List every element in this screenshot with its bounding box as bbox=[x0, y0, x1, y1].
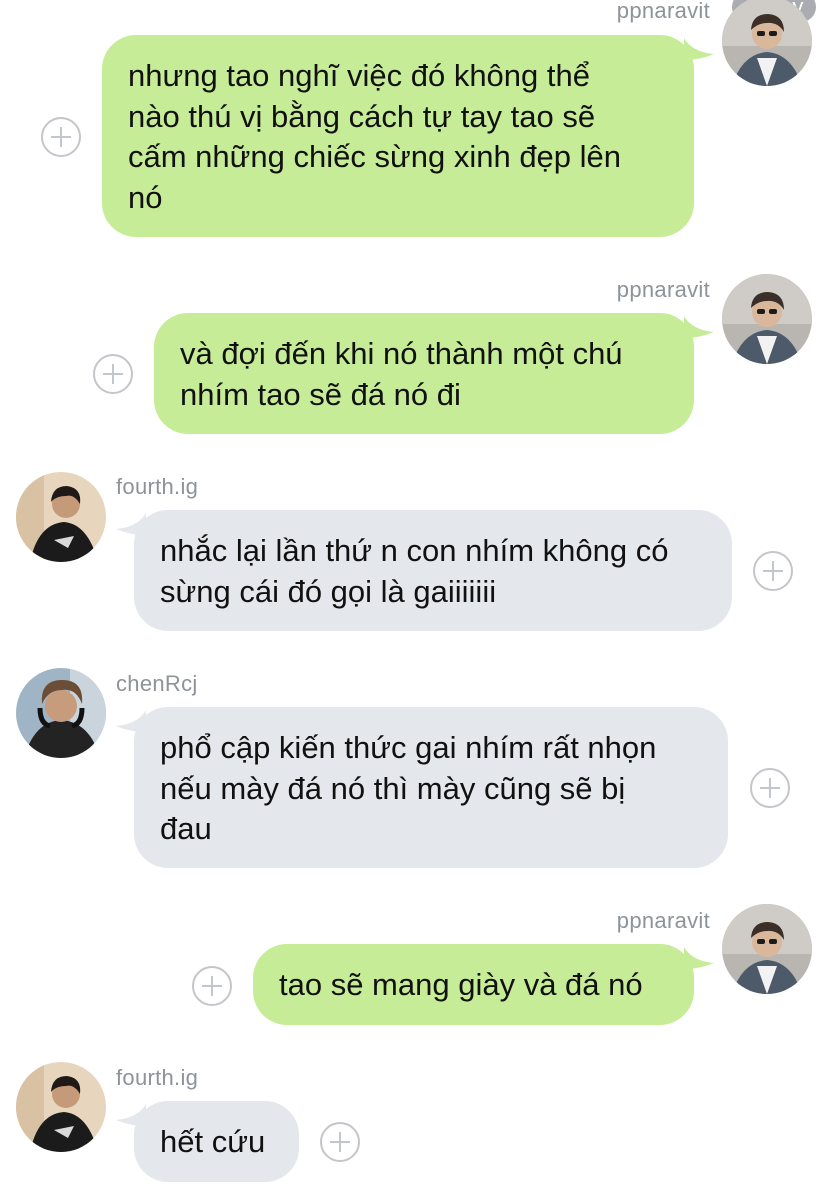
sender-name: fourth.ig bbox=[116, 474, 199, 499]
message-line: nếu mày đá nó thì mày cũng sẽ bị bbox=[160, 770, 626, 806]
message-line: hết cứu bbox=[160, 1124, 266, 1159]
user-avatar-icon bbox=[722, 0, 812, 86]
add-reaction-button[interactable] bbox=[192, 966, 232, 1006]
message-bubble[interactable]: tao sẽ mang giày và đá nó bbox=[253, 944, 694, 1025]
bubble-tail bbox=[684, 38, 714, 60]
sender-name: fourth.ig bbox=[116, 1065, 199, 1090]
message-line: nhưng tao nghĩ việc đó không thể bbox=[128, 58, 590, 93]
add-reaction-button[interactable] bbox=[320, 1122, 360, 1162]
avatar-fourth[interactable] bbox=[16, 472, 106, 562]
user-avatar-icon bbox=[722, 274, 812, 364]
add-reaction-button[interactable] bbox=[750, 768, 790, 808]
bubble-tail bbox=[116, 1104, 146, 1126]
message-line: và đợi đến khi nó thành một chú bbox=[180, 336, 623, 371]
sender-name: ppnaravit bbox=[616, 277, 710, 302]
add-reaction-button[interactable] bbox=[93, 354, 133, 394]
bubble-tail bbox=[116, 710, 146, 732]
message-line: nào thú vị bằng cách tự tay tao sẽ bbox=[128, 98, 596, 134]
message-bubble[interactable]: hết cứu bbox=[134, 1101, 299, 1182]
message-bubble[interactable]: phổ cập kiến thức gai nhím rất nhọn nếu … bbox=[134, 707, 728, 868]
user-avatar-icon bbox=[722, 904, 812, 994]
message-line: phổ cập kiến thức gai nhím rất nhọn bbox=[160, 730, 657, 765]
bubble-tail bbox=[684, 316, 714, 338]
message-line: nhắc lại lần thứ n con nhím không có bbox=[160, 533, 669, 568]
avatar-ppnaravit[interactable] bbox=[722, 274, 812, 364]
bubble-tail bbox=[684, 947, 714, 969]
sender-name: chenRcj bbox=[116, 671, 198, 696]
add-reaction-button[interactable] bbox=[41, 117, 81, 157]
message-line: tao sẽ mang giày và đá nó bbox=[279, 967, 643, 1002]
add-reaction-button[interactable] bbox=[753, 551, 793, 591]
avatar-ppnaravit[interactable] bbox=[722, 0, 812, 86]
message-bubble[interactable]: và đợi đến khi nó thành một chú nhím tao… bbox=[154, 313, 694, 434]
message-line: đau bbox=[160, 811, 212, 846]
message-bubble[interactable]: nhưng tao nghĩ việc đó không thể nào thú… bbox=[102, 35, 694, 237]
message-line: nhím tao sẽ đá nó đi bbox=[180, 376, 461, 412]
sender-name: ppnaravit bbox=[616, 0, 710, 23]
avatar-ppnaravit[interactable] bbox=[722, 904, 812, 994]
message-bubble[interactable]: nhắc lại lần thứ n con nhím không có sừn… bbox=[134, 510, 732, 631]
user-avatar-icon bbox=[16, 472, 106, 562]
message-line: nó bbox=[128, 179, 163, 215]
user-avatar-icon bbox=[16, 1062, 106, 1152]
avatar-chenrcj[interactable] bbox=[16, 668, 106, 758]
message-line: cấm những chiếc sừng xinh đẹp lên bbox=[128, 139, 622, 174]
sender-name: ppnaravit bbox=[616, 908, 710, 933]
user-avatar-icon bbox=[16, 668, 106, 758]
message-line: sừng cái đó gọi là gaiiiiiii bbox=[160, 573, 497, 609]
avatar-fourth[interactable] bbox=[16, 1062, 106, 1152]
bubble-tail bbox=[116, 513, 146, 535]
